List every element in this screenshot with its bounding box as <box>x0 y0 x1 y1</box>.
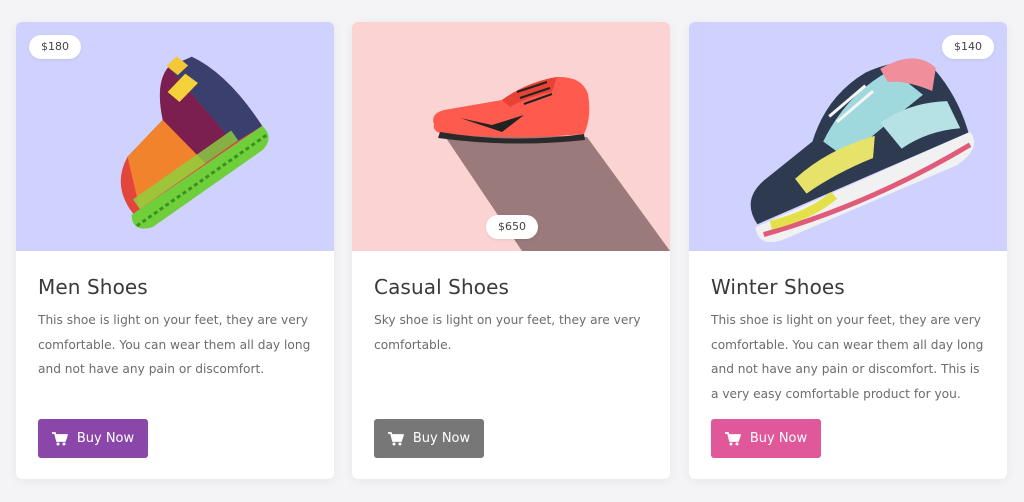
price-badge: $140 <box>942 35 994 59</box>
product-description: This shoe is light on your feet, they ar… <box>711 313 984 401</box>
cart-icon <box>51 431 68 445</box>
price-badge: $650 <box>486 215 538 239</box>
product-card-winter-shoes: $140 Winter Shoes This shoe is light on … <box>689 22 1007 479</box>
buy-now-button[interactable]: Buy Now <box>38 419 148 458</box>
product-title: Men Shoes <box>38 275 148 299</box>
product-image-casual-shoes[interactable]: $650 <box>352 22 670 251</box>
product-image-men-shoes[interactable]: $180 <box>16 22 334 251</box>
product-title: Winter Shoes <box>711 275 845 299</box>
price-badge: $180 <box>29 35 81 59</box>
product-description: This shoe is light on your feet, they ar… <box>38 313 311 376</box>
product-description: Sky shoe is light on your feet, they are… <box>374 313 641 352</box>
buy-now-label: Buy Now <box>76 431 135 446</box>
cart-icon <box>724 431 741 445</box>
product-title: Casual Shoes <box>374 275 510 299</box>
cart-icon <box>387 431 404 445</box>
buy-now-button[interactable]: Buy Now <box>374 419 484 458</box>
product-image-winter-shoes[interactable]: $140 <box>689 22 1007 251</box>
product-card-casual-shoes: $650 Casual Shoes Sky shoe is light on y… <box>352 22 670 479</box>
buy-now-label: Buy Now <box>412 431 471 446</box>
buy-now-label: Buy Now <box>749 431 808 446</box>
buy-now-button[interactable]: Buy Now <box>711 419 821 458</box>
product-card-men-shoes: $180 Men Shoes This shoe is light on you… <box>16 22 334 479</box>
